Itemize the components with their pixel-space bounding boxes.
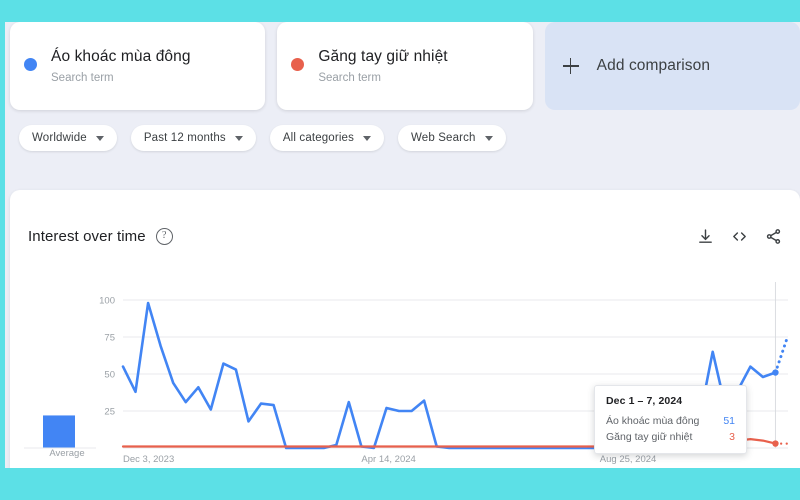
comparison-cards-row: Áo khoác mùa đông Search term Găng tay g… <box>10 22 800 132</box>
search-term-card-2[interactable]: Găng tay giữ nhiệt Search term <box>277 22 533 110</box>
y-axis-tick-label: 75 <box>104 333 115 344</box>
chevron-down-icon <box>95 135 104 141</box>
add-comparison-button[interactable]: Add comparison <box>544 22 800 110</box>
filter-chip-search-type[interactable]: Web Search <box>397 125 506 151</box>
search-term-subtitle-2: Search term <box>318 71 381 84</box>
plus-icon <box>562 58 579 74</box>
y-axis-tick-label: 25 <box>104 407 115 418</box>
filter-chip-time-range-label: Past 12 months <box>143 132 226 144</box>
tooltip-series-name-1: Áo khoác mùa đông <box>606 415 700 427</box>
x-axis-tick-label: Apr 14, 2024 <box>361 454 415 465</box>
chevron-down-icon <box>484 135 493 141</box>
chart-tooltip: Dec 1 – 7, 2024 Áo khoác mùa đông 51 Găn… <box>594 385 747 454</box>
screenshot-viewport: Áo khoác mùa đông Search term Găng tay g… <box>0 0 800 500</box>
tooltip-series-name-2: Găng tay giữ nhiệt <box>606 431 693 443</box>
tooltip-row-2: Găng tay giữ nhiệt 3 <box>606 431 735 443</box>
filters-row: Worldwide Past 12 months All categories … <box>19 125 506 151</box>
y-axis-tick-label: 100 <box>99 296 115 307</box>
filter-chip-category-label: All categories <box>282 132 354 144</box>
tooltip-row-1: Áo khoác mùa đông 51 <box>606 415 735 427</box>
search-term-subtitle-1: Search term <box>51 71 114 84</box>
search-term-label-1: Áo khoác mùa đông <box>51 47 191 65</box>
series-color-dot-blue <box>24 57 37 71</box>
chevron-down-icon <box>362 135 371 141</box>
trends-page: Áo khoác mùa đông Search term Găng tay g… <box>5 22 800 468</box>
search-term-label-2: Găng tay giữ nhiệt <box>318 47 448 65</box>
add-comparison-label: Add comparison <box>596 57 711 74</box>
chevron-down-icon <box>234 135 243 141</box>
tooltip-series-value-2: 3 <box>729 431 735 443</box>
tooltip-date: Dec 1 – 7, 2024 <box>606 395 683 407</box>
average-bar-label: Average <box>49 448 85 459</box>
series-color-dot-red <box>291 57 305 71</box>
filter-chip-location[interactable]: Worldwide <box>19 125 117 151</box>
filter-chip-search-type-label: Web Search <box>410 132 476 144</box>
x-axis-tick-label: Aug 25, 2024 <box>600 454 657 465</box>
y-axis-tick-label: 50 <box>104 370 115 381</box>
search-term-card-1[interactable]: Áo khoác mùa đông Search term <box>10 22 266 110</box>
tooltip-series-value-1: 51 <box>723 415 735 427</box>
filter-chip-time-range[interactable]: Past 12 months <box>130 125 256 151</box>
filter-chip-location-label: Worldwide <box>32 132 87 144</box>
filter-chip-category[interactable]: All categories <box>269 125 384 151</box>
x-axis-tick-label: Dec 3, 2023 <box>123 454 174 465</box>
